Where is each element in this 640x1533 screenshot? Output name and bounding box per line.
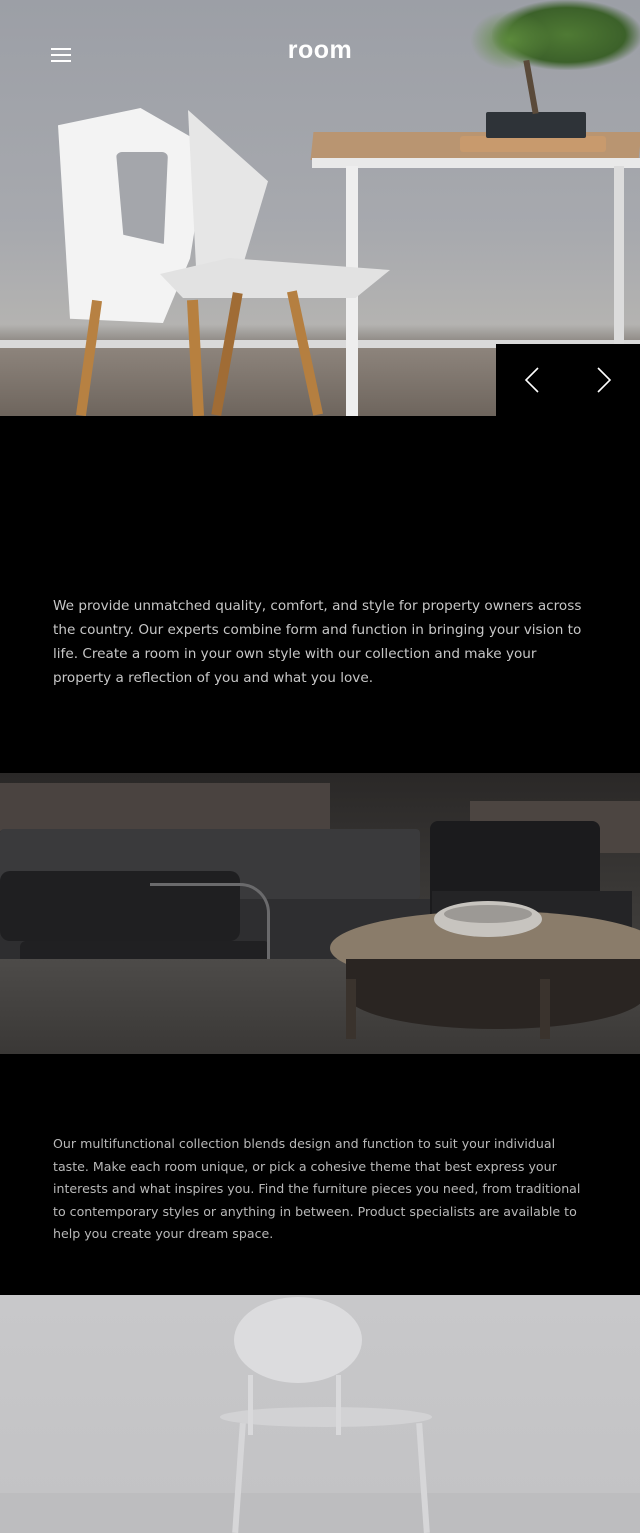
collection-section: Our multifunctional collection blends de… [0,1054,640,1295]
logo[interactable]: room [0,36,640,65]
chevron-left-icon [524,367,539,393]
gallery-image [0,773,640,1054]
intro-section: We provide unmatched quality, comfort, a… [0,416,640,773]
footer-image [0,1295,640,1533]
previous-slide-button[interactable] [496,344,568,416]
slider-navigation [496,344,640,416]
intro-paragraph: We provide unmatched quality, comfort, a… [53,598,582,686]
chevron-right-icon [597,367,612,393]
collection-paragraph: Our multifunctional collection blends de… [53,1136,581,1242]
hero-slider: room [0,0,640,416]
next-slide-button[interactable] [568,344,640,416]
